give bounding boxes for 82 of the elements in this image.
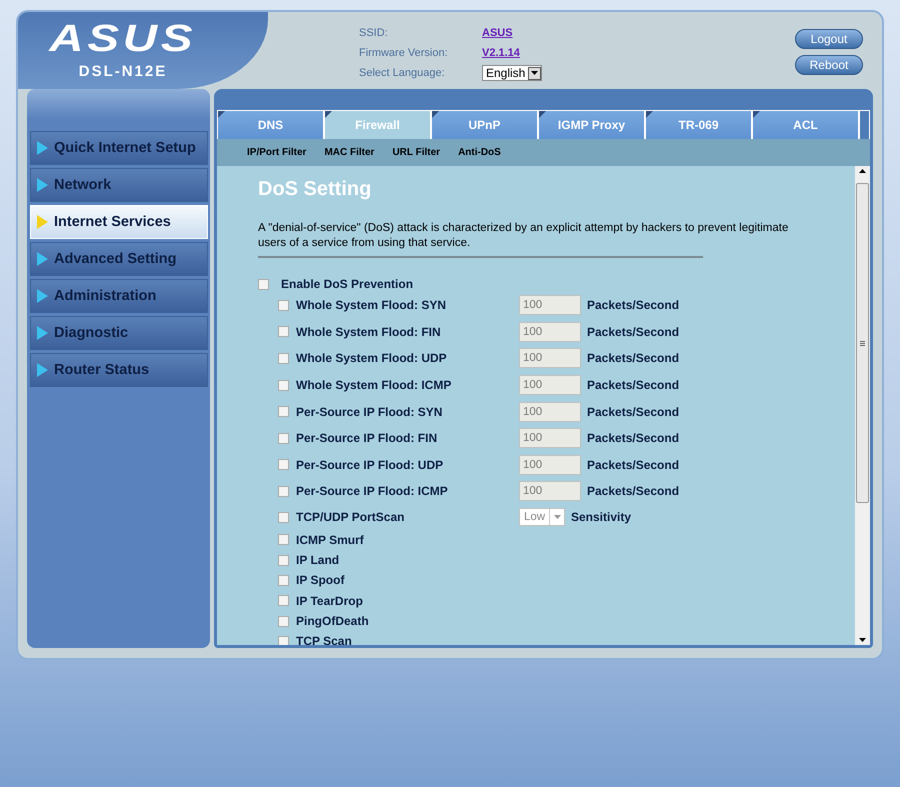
subtab-link[interactable]: URL Filter bbox=[392, 147, 440, 158]
unit-label: Packets/Second bbox=[587, 378, 680, 392]
down-arrow-icon bbox=[859, 638, 866, 642]
checkbox[interactable] bbox=[278, 616, 289, 627]
checkbox[interactable] bbox=[278, 554, 289, 566]
option-label: Per-Source IP Flood: UDP bbox=[296, 458, 444, 472]
caret-icon bbox=[554, 515, 560, 520]
option-label: Per-Source IP Flood: SYN bbox=[296, 404, 444, 419]
unit-label: Sensitivity bbox=[571, 510, 632, 524]
option-label: Per-Source IP Flood: ICMP bbox=[296, 484, 449, 498]
option-label: Enable DoS Prevention bbox=[281, 277, 414, 291]
brand-logo: ASUS bbox=[50, 21, 196, 57]
sensitivity-dropdown[interactable]: Low bbox=[519, 508, 565, 526]
unit-label: Packets/Second bbox=[587, 404, 680, 419]
checkbox[interactable] bbox=[278, 326, 289, 338]
scrollbar[interactable] bbox=[855, 166, 870, 645]
unit-label: Packets/Second bbox=[587, 484, 680, 498]
arrow-icon bbox=[37, 363, 48, 377]
arrow-icon bbox=[37, 326, 48, 340]
checkbox[interactable] bbox=[278, 512, 289, 523]
menu-item[interactable]: Quick Internet Setup bbox=[30, 131, 208, 165]
tab[interactable]: TR-069 bbox=[646, 111, 753, 139]
info-label: Select Language: bbox=[359, 66, 446, 81]
checkbox[interactable] bbox=[278, 380, 289, 391]
checkbox[interactable] bbox=[278, 432, 289, 444]
info-label: SSID: bbox=[359, 26, 389, 41]
grip-icon bbox=[860, 340, 865, 346]
menu-item[interactable]: Advanced Setting bbox=[30, 242, 208, 276]
tab[interactable]: ACL bbox=[753, 111, 860, 139]
menu-item[interactable]: Router Status bbox=[30, 353, 208, 387]
checkbox[interactable] bbox=[278, 352, 289, 364]
unit-label: Packets/Second bbox=[587, 431, 680, 446]
option-label: Whole System Flood: SYN bbox=[296, 298, 448, 312]
tab[interactable]: DNS bbox=[218, 111, 325, 139]
subtab-link[interactable]: Anti-DoS bbox=[458, 147, 501, 158]
language-dropdown[interactable]: English bbox=[482, 65, 542, 81]
arrow-icon bbox=[37, 141, 48, 155]
model-name: DSL-N12E bbox=[78, 63, 168, 80]
arrow-icon bbox=[37, 178, 48, 192]
info-link[interactable]: V2.1.14 bbox=[482, 47, 520, 59]
checkbox[interactable] bbox=[278, 574, 289, 586]
option-label: IP TearDrop bbox=[296, 594, 364, 608]
checkbox[interactable] bbox=[278, 534, 289, 546]
menu-item[interactable]: Administration bbox=[30, 279, 208, 313]
option-label: Whole System Flood: ICMP bbox=[296, 378, 452, 392]
option-label: Per-Source IP Flood: FIN bbox=[296, 431, 438, 446]
unit-label: Packets/Second bbox=[587, 458, 680, 472]
description-text: A "denial-of-service" (DoS) attack is characterized by an explicit attempt by hackers to prevent legitimate users of a service from using that service. bbox=[258, 221, 790, 251]
option-label: PingOfDeath bbox=[296, 614, 370, 628]
page-title: DoS Setting bbox=[258, 178, 372, 201]
subtab-link[interactable]: MAC Filter bbox=[324, 147, 374, 158]
subtab-link[interactable]: IP/Port Filter bbox=[247, 147, 306, 158]
up-arrow-icon bbox=[859, 169, 866, 173]
unit-label: Packets/Second bbox=[587, 324, 680, 339]
header-button[interactable]: Logout bbox=[795, 29, 863, 49]
menu-item[interactable]: Network bbox=[30, 168, 208, 202]
menu-item[interactable]: Internet Services bbox=[30, 205, 208, 239]
option-label: Whole System Flood: UDP bbox=[296, 351, 448, 366]
checkbox[interactable] bbox=[278, 636, 289, 645]
checkbox[interactable] bbox=[278, 300, 289, 311]
option-label: TCP/UDP PortScan bbox=[296, 510, 406, 524]
checkbox[interactable] bbox=[278, 595, 289, 606]
tab[interactable]: UPnP bbox=[432, 111, 539, 139]
caret-icon bbox=[531, 71, 538, 75]
header-button[interactable]: Reboot bbox=[795, 55, 863, 75]
info-link[interactable]: ASUS bbox=[482, 27, 513, 39]
unit-label: Packets/Second bbox=[587, 351, 680, 366]
arrow-icon bbox=[37, 252, 48, 266]
unit-label: Packets/Second bbox=[587, 298, 680, 312]
info-label: Firmware Version: bbox=[359, 46, 449, 61]
checkbox[interactable] bbox=[258, 278, 269, 290]
checkbox[interactable] bbox=[278, 486, 289, 497]
checkbox[interactable] bbox=[278, 459, 289, 470]
option-label: IP Spoof bbox=[296, 573, 346, 588]
checkbox[interactable] bbox=[278, 406, 289, 418]
tab[interactable]: IGMP Proxy bbox=[539, 111, 646, 139]
option-label: ICMP Smurf bbox=[296, 532, 365, 547]
option-label: IP Land bbox=[296, 553, 340, 568]
arrow-icon bbox=[37, 215, 48, 229]
menu-item[interactable]: Diagnostic bbox=[30, 316, 208, 350]
option-label: Whole System Flood: FIN bbox=[296, 324, 442, 339]
arrow-icon bbox=[37, 289, 48, 303]
